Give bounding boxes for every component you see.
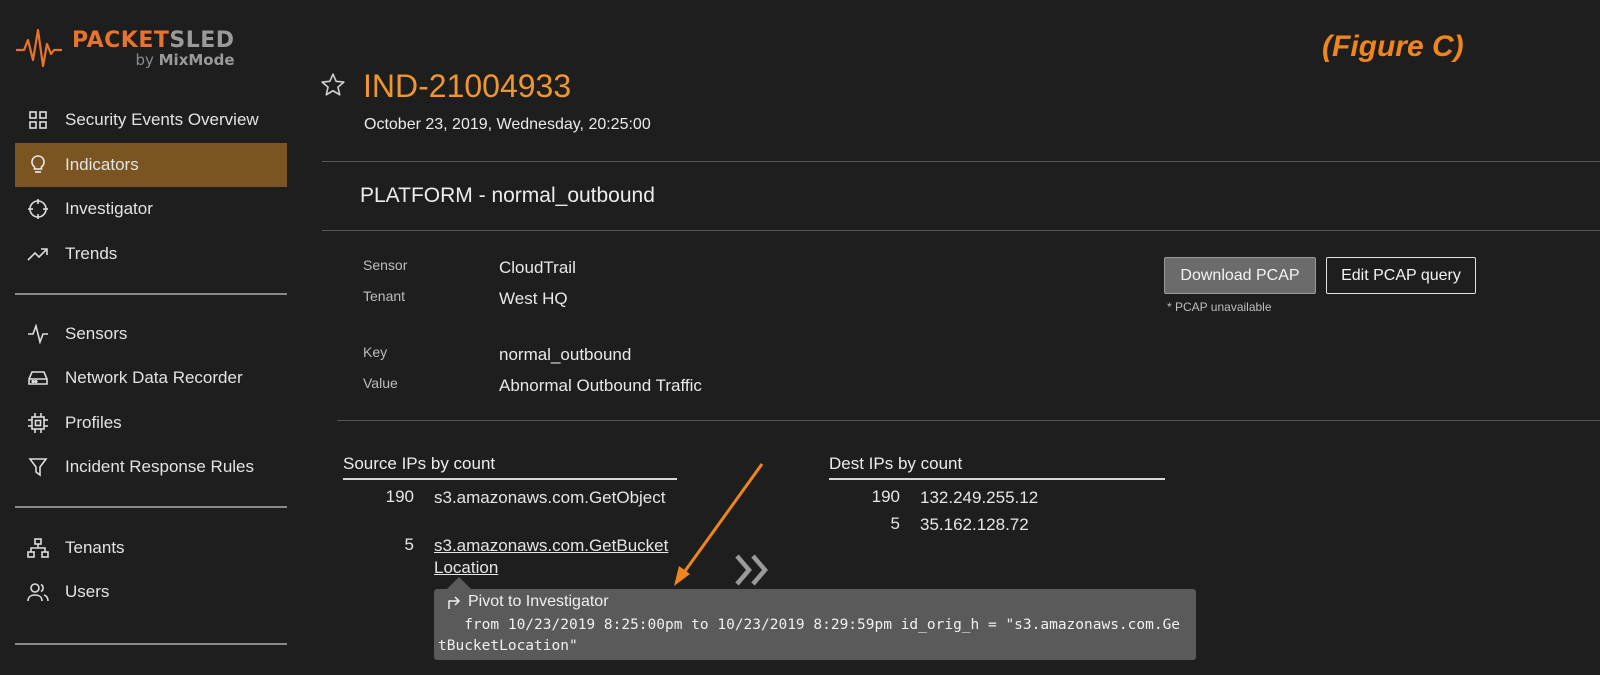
divider: [322, 230, 1600, 231]
network-icon: [27, 537, 49, 559]
dest-ip-value[interactable]: 132.249.255.12: [920, 487, 1038, 509]
key-value: normal_outbound: [499, 345, 632, 364]
sidebar-divider: [15, 293, 287, 295]
activity-icon: [27, 323, 49, 345]
dest-ip-count: 5: [890, 514, 900, 533]
sidebar-item-trends[interactable]: Trends: [15, 232, 287, 276]
pcap-unavailable-note: * PCAP unavailable: [1167, 300, 1272, 314]
tooltip-query: from 10/23/2019 8:25:00pm to 10/23/2019 …: [438, 617, 1181, 654]
value-value: Abnormal Outbound Traffic: [499, 376, 702, 395]
sidebar-item-label: Profiles: [65, 413, 122, 432]
sensor-value: CloudTrail: [499, 258, 576, 277]
annotation-arrow-icon: [674, 463, 764, 586]
tenant-value: West HQ: [499, 289, 568, 308]
edit-pcap-query-button[interactable]: Edit PCAP query: [1326, 257, 1476, 294]
sidebar-item-label: Trends: [65, 244, 118, 263]
sidebar-item-label: Users: [65, 582, 110, 601]
key-label: Key: [363, 344, 388, 360]
pivot-tooltip[interactable]: Pivot to Investigator from 10/23/2019 8:…: [434, 589, 1196, 660]
divider: [337, 420, 1600, 421]
sidebar-item-network-data-recorder[interactable]: Network Data Recorder: [15, 356, 287, 400]
sidebar-divider: [15, 506, 287, 508]
sidebar-item-indicators[interactable]: Indicators: [15, 143, 287, 187]
packetsled-logo[interactable]: PACKETSLED by MixMode: [16, 26, 235, 70]
dest-ip-count: 190: [871, 487, 900, 506]
sidebar-item-sensors[interactable]: Sensors: [15, 312, 287, 356]
divider: [322, 161, 1600, 162]
sidebar-item-incident-response-rules[interactable]: Incident Response Rules: [15, 445, 287, 489]
star-icon[interactable]: [320, 72, 346, 98]
sidebar-item-label: Indicators: [65, 155, 139, 174]
sidebar-item-tenants[interactable]: Tenants: [15, 526, 287, 570]
redirect-arrow-icon: [448, 596, 461, 609]
indicator-title: IND-21004933: [363, 68, 572, 104]
users-icon: [27, 581, 49, 603]
sidebar-item-label: Tenants: [65, 538, 125, 557]
sidebar-item-investigator[interactable]: Investigator: [15, 187, 287, 231]
source-ip-count: 5: [404, 535, 414, 554]
trending-up-icon: [27, 243, 49, 265]
waveform-logo-icon: [16, 28, 62, 68]
filter-icon: [27, 456, 49, 478]
lightbulb-icon: [27, 154, 49, 176]
hard-drive-icon: [27, 367, 49, 389]
figure-label: (Figure C): [1322, 30, 1464, 63]
source-ip-value[interactable]: s3.amazonaws.com.GetObject: [434, 487, 674, 509]
download-pcap-button[interactable]: Download PCAP: [1164, 257, 1316, 294]
sidebar-item-label: Network Data Recorder: [65, 368, 243, 387]
source-ip-value-link[interactable]: s3.amazonaws.com.GetBucketLocation: [434, 535, 674, 579]
sidebar-item-users[interactable]: Users: [15, 570, 287, 614]
tenant-label: Tenant: [363, 288, 406, 304]
source-ip-count: 190: [385, 487, 414, 506]
sidebar-item-security-events-overview[interactable]: Security Events Overview: [15, 98, 287, 142]
crosshair-icon: [27, 198, 49, 220]
sidebar-item-profiles[interactable]: Profiles: [15, 401, 287, 445]
sidebar-item-label: Investigator: [65, 199, 153, 218]
tooltip-pointer: [447, 577, 471, 589]
dest-ip-value[interactable]: 35.162.128.72: [920, 514, 1029, 536]
grid-icon: [27, 109, 49, 131]
sensor-label: Sensor: [363, 257, 408, 273]
indicator-datetime: October 23, 2019, Wednesday, 20:25:00: [364, 116, 651, 133]
source-ips-header: Source IPs by count: [343, 454, 677, 480]
pivot-to-investigator-link[interactable]: Pivot to Investigator: [446, 593, 609, 611]
value-label: Value: [363, 375, 398, 391]
brand-byline: by MixMode: [135, 50, 235, 69]
sidebar-item-label: Sensors: [65, 324, 128, 343]
chip-icon: [27, 412, 49, 434]
tooltip-title: Pivot to Investigator: [468, 593, 609, 610]
sidebar-divider: [15, 643, 287, 645]
sidebar: PACKETSLED by MixMode Security Events Ov…: [0, 0, 300, 675]
sidebar-item-label: Incident Response Rules: [65, 457, 255, 476]
sidebar-item-label: Security Events Overview: [65, 110, 259, 129]
section-title: PLATFORM - normal_outbound: [360, 184, 655, 207]
brand-name: PACKETSLED: [72, 27, 235, 53]
dest-ips-header: Dest IPs by count: [829, 454, 1165, 480]
